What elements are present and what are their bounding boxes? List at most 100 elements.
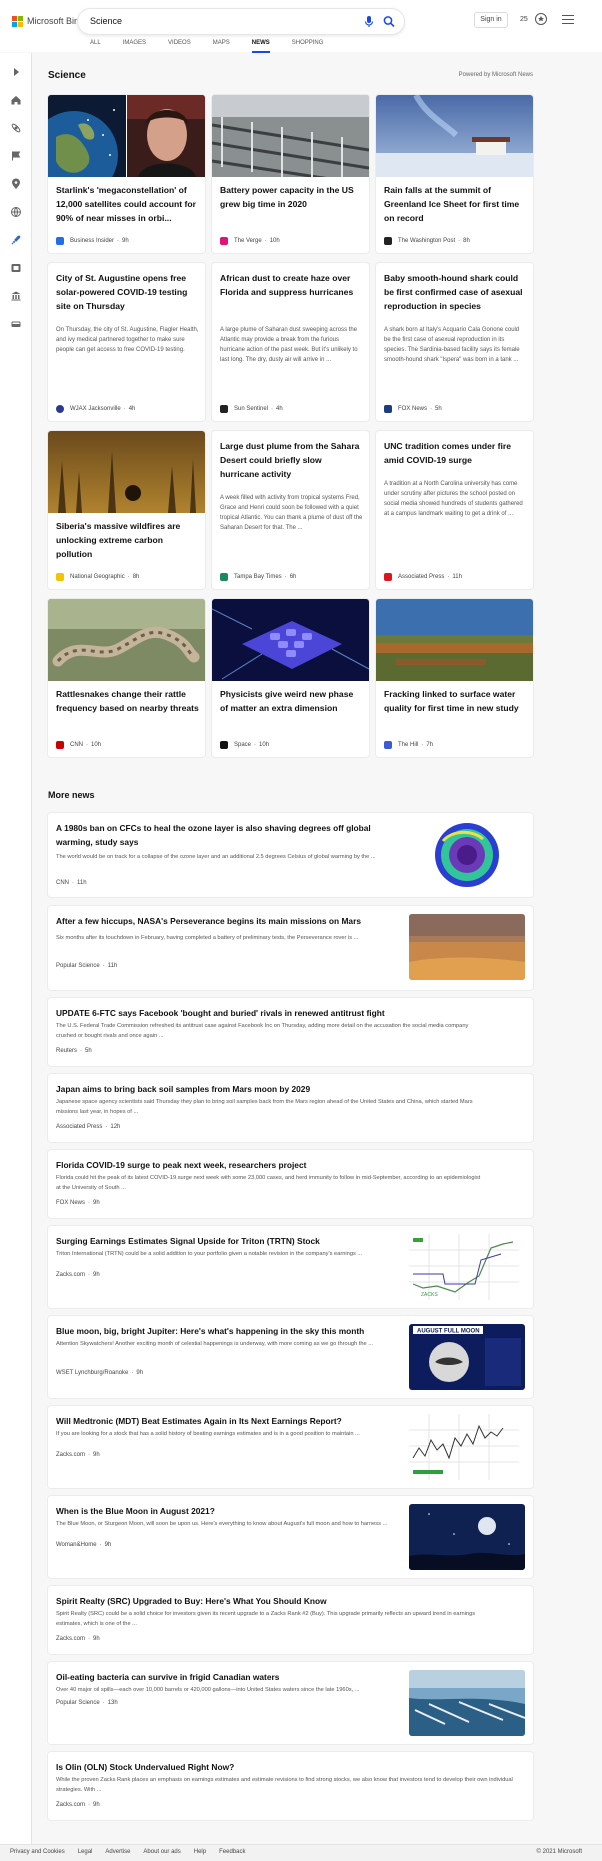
flag-icon[interactable] [10, 150, 22, 162]
news-title[interactable]: After a few hiccups, NASA's Perseverance… [56, 914, 406, 928]
source-logo-icon [56, 741, 64, 749]
footer-link-help[interactable]: Help [194, 1849, 206, 1855]
news-source: Zacks.com · 9h [56, 1802, 100, 1808]
card-title[interactable]: Rattlesnakes change their rattle frequen… [56, 687, 199, 715]
news-title[interactable]: Florida COVID-19 surge to peak next week… [56, 1158, 526, 1172]
card-title[interactable]: Starlink's 'megaconstellation' of 12,000… [56, 183, 199, 225]
microphone-icon[interactable] [362, 14, 376, 29]
footer-link-privacy[interactable]: Privacy and Cookies [10, 1849, 65, 1855]
news-card[interactable]: City of St. Augustine opens free solar-p… [48, 263, 205, 421]
scope-images[interactable]: IMAGES [123, 40, 146, 52]
footer: Privacy and Cookies Legal Advertise Abou… [0, 1844, 602, 1861]
footer-link-legal[interactable]: Legal [78, 1849, 93, 1855]
news-description: Japanese space agency scientists said Th… [56, 1099, 473, 1115]
news-title[interactable]: Will Medtronic (MDT) Beat Estimates Agai… [56, 1414, 406, 1428]
news-item[interactable]: Oil-eating bacteria can survive in frigi… [48, 1662, 533, 1744]
news-source: FOX News · 9h [56, 1200, 100, 1206]
scope-shopping[interactable]: SHOPPING [292, 40, 324, 52]
news-title[interactable]: Blue moon, big, bright Jupiter: Here's w… [56, 1324, 406, 1338]
news-item[interactable]: Blue moon, big, bright Jupiter: Here's w… [48, 1316, 533, 1398]
search-box[interactable]: Science [78, 9, 404, 34]
news-description: The Blue Moon, or Sturgeon Moon, will so… [56, 1521, 388, 1527]
science-icon[interactable] [10, 122, 22, 134]
film-icon[interactable] [10, 262, 22, 274]
source-logo-icon [220, 741, 228, 749]
rewards-points[interactable]: 25 [520, 16, 528, 23]
card-title[interactable]: City of St. Augustine opens free solar-p… [56, 271, 199, 313]
search-icon[interactable] [382, 14, 396, 29]
news-item[interactable]: Japan aims to bring back soil samples fr… [48, 1074, 533, 1142]
card-image [48, 599, 205, 681]
card-source: Space · 10h [220, 741, 269, 749]
news-source: Zacks.com · 9h [56, 1452, 100, 1458]
news-title[interactable]: Oil-eating bacteria can survive in frigi… [56, 1670, 406, 1684]
rewards-medal-icon[interactable] [534, 12, 548, 26]
news-card[interactable]: Rain falls at the summit of Greenland Ic… [376, 95, 533, 253]
news-title[interactable]: A 1980s ban on CFCs to heal the ozone la… [56, 821, 406, 849]
card-title[interactable]: African dust to create haze over Florida… [220, 271, 363, 299]
news-item[interactable]: Is Olin (OLN) Stock Undervalued Right No… [48, 1752, 533, 1820]
card-title[interactable]: Siberia's massive wildfires are unlockin… [56, 519, 199, 561]
card-image [48, 95, 205, 177]
news-description: The U.S. Federal Trade Commission refres… [56, 1023, 469, 1039]
news-title[interactable]: Surging Earnings Estimates Signal Upside… [56, 1234, 406, 1248]
car-icon[interactable] [10, 318, 22, 330]
hamburger-menu-icon[interactable] [562, 15, 574, 25]
news-item[interactable]: Florida COVID-19 surge to peak next week… [48, 1150, 533, 1218]
expand-arrow-icon[interactable] [10, 66, 22, 78]
news-card[interactable]: Physicists give weird new phase of matte… [212, 599, 369, 757]
scope-all[interactable]: ALL [90, 40, 101, 52]
card-title[interactable]: Large dust plume from the Sahara Desert … [220, 439, 363, 481]
footer-link-advertise[interactable]: Advertise [105, 1849, 130, 1855]
news-title[interactable]: UPDATE 6-FTC says Facebook 'bought and b… [56, 1006, 526, 1020]
footer-link-about-ads[interactable]: About our ads [143, 1849, 180, 1855]
news-card[interactable]: Battery power capacity in the US grew bi… [212, 95, 369, 253]
location-pin-icon[interactable] [10, 178, 22, 190]
news-item[interactable]: After a few hiccups, NASA's Perseverance… [48, 906, 533, 990]
news-item[interactable]: UPDATE 6-FTC says Facebook 'bought and b… [48, 998, 533, 1066]
news-card[interactable]: Rattlesnakes change their rattle frequen… [48, 599, 205, 757]
news-title[interactable]: Spirit Realty (SRC) Upgraded to Buy: Her… [56, 1594, 526, 1608]
globe-icon[interactable] [10, 206, 22, 218]
card-title[interactable]: Rain falls at the summit of Greenland Ic… [384, 183, 527, 225]
news-item[interactable]: Spirit Realty (SRC) Upgraded to Buy: Her… [48, 1586, 533, 1654]
card-title[interactable]: Baby smooth-hound shark could be first c… [384, 271, 527, 313]
news-item[interactable]: When is the Blue Moon in August 2021? Th… [48, 1496, 533, 1578]
rocket-icon[interactable] [10, 234, 22, 246]
news-title[interactable]: Is Olin (OLN) Stock Undervalued Right No… [56, 1760, 526, 1774]
footer-link-feedback[interactable]: Feedback [219, 1849, 245, 1855]
card-image [212, 599, 369, 681]
news-item[interactable]: A 1980s ban on CFCs to heal the ozone la… [48, 813, 533, 897]
scope-videos[interactable]: VIDEOS [168, 40, 191, 52]
sidebar [0, 53, 32, 1844]
card-title[interactable]: UNC tradition comes under fire amid COVI… [384, 439, 527, 467]
news-item[interactable]: Will Medtronic (MDT) Beat Estimates Agai… [48, 1406, 533, 1488]
news-title[interactable]: When is the Blue Moon in August 2021? [56, 1504, 406, 1518]
card-title[interactable]: Fracking linked to surface water quality… [384, 687, 527, 715]
sign-in-button[interactable]: Sign in [474, 12, 508, 28]
scope-news[interactable]: NEWS [251, 40, 270, 53]
news-item[interactable]: Surging Earnings Estimates Signal Upside… [48, 1226, 533, 1308]
news-source: Associated Press · 12h [56, 1124, 121, 1130]
scope-maps[interactable]: MAPS [213, 40, 230, 52]
news-title[interactable]: Japan aims to bring back soil samples fr… [56, 1082, 526, 1096]
bank-icon[interactable] [10, 290, 22, 302]
news-card[interactable]: Fracking linked to surface water quality… [376, 599, 533, 757]
card-title[interactable]: Battery power capacity in the US grew bi… [220, 183, 363, 211]
news-card[interactable]: Siberia's massive wildfires are unlockin… [48, 431, 205, 589]
search-input[interactable]: Science [90, 16, 122, 26]
news-source: Zacks.com · 9h [56, 1272, 100, 1278]
zacks-watermark: ZACKS [421, 1292, 438, 1298]
news-card[interactable]: Starlink's 'megaconstellation' of 12,000… [48, 95, 205, 253]
news-card[interactable]: African dust to create haze over Florida… [212, 263, 369, 421]
bing-logo[interactable]: Microsoft Bing [12, 14, 84, 28]
moon-card-title: AUGUST FULL MOON [417, 1329, 480, 1335]
card-description: A shark born at Italy's Acquario Cala Go… [384, 327, 520, 363]
card-title[interactable]: Physicists give weird new phase of matte… [220, 687, 363, 715]
news-card[interactable]: Baby smooth-hound shark could be first c… [376, 263, 533, 421]
news-card[interactable]: Large dust plume from the Sahara Desert … [212, 431, 369, 589]
source-logo-icon [220, 573, 228, 581]
home-icon[interactable] [10, 94, 22, 106]
news-card[interactable]: UNC tradition comes under fire amid COVI… [376, 431, 533, 589]
news-description: If you are looking for a stock that has … [56, 1431, 360, 1437]
